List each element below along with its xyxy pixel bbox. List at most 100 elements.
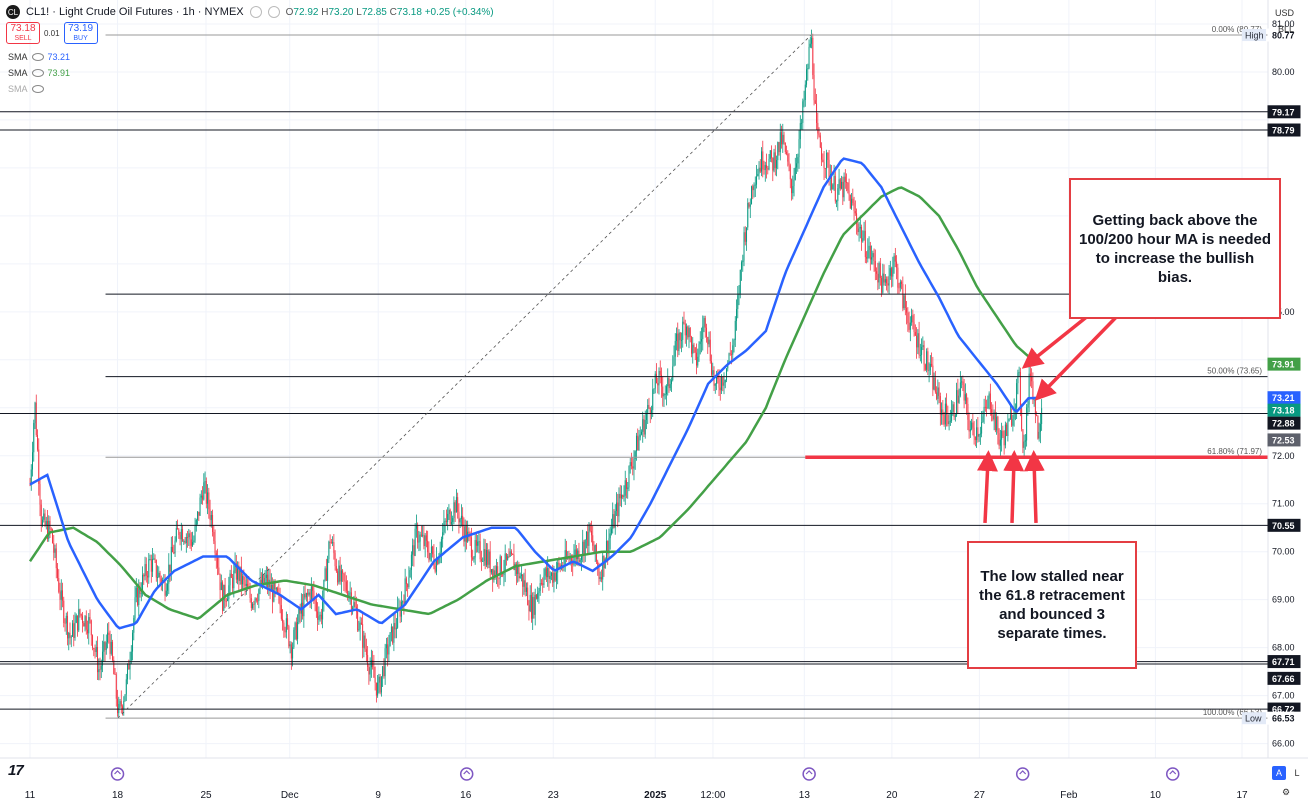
candle-body (100, 665, 102, 670)
candle-body (763, 169, 765, 171)
candle-body (374, 677, 376, 683)
candle-body (549, 575, 551, 579)
visibility-icon[interactable] (31, 53, 44, 61)
candle-body (378, 676, 380, 683)
price-label-text: 67.66 (1272, 674, 1295, 684)
candle-body (679, 332, 681, 341)
candle-body (658, 371, 660, 386)
candle-body (714, 383, 716, 386)
sma-legend-slow[interactable]: SMA 73.91 (8, 68, 70, 78)
candle-body (723, 382, 725, 386)
candle-body (590, 530, 592, 536)
candle-body (42, 519, 44, 526)
candle-body (986, 407, 988, 409)
candle-body (67, 615, 69, 639)
candle-body (295, 622, 297, 640)
candle-body (152, 559, 154, 572)
candle-body (757, 173, 759, 177)
candle-body (190, 539, 192, 546)
candle-body (851, 198, 853, 209)
candle-body (440, 539, 442, 552)
candle-body (615, 502, 617, 512)
candle-body (766, 165, 768, 169)
candle-body (778, 142, 780, 153)
candle-body (872, 253, 874, 258)
candle-body (887, 283, 889, 286)
event-icon (110, 767, 125, 781)
currency-label[interactable]: USD (1275, 8, 1294, 18)
candle-body (394, 623, 396, 630)
candle-body (729, 353, 731, 355)
candle-body (628, 465, 630, 488)
log-scale-button[interactable]: L (1290, 766, 1304, 780)
symbol-title[interactable]: CL1! · Light Crude Oil Futures · 1h · NY… (26, 6, 244, 18)
candle-body (787, 153, 789, 162)
auto-scale-button[interactable]: A (1272, 766, 1286, 780)
buy-button[interactable]: 73.19 BUY (63, 22, 98, 44)
candle-body (817, 122, 819, 134)
candle-body (402, 601, 404, 603)
sma-legend-hidden[interactable]: SMA (8, 84, 44, 94)
candle-body (1022, 429, 1024, 448)
price-chart[interactable]: 0.00% (80.77)50.00% (73.65)61.80% (71.97… (0, 0, 1308, 808)
candle-body (312, 586, 314, 591)
unit-label[interactable]: BLL (1278, 24, 1294, 34)
visibility-icon[interactable] (31, 69, 44, 77)
candle-body (819, 135, 821, 148)
candle-body (937, 387, 939, 399)
hidden-icon[interactable] (31, 85, 44, 93)
candle-body (1001, 430, 1003, 440)
candle-body (600, 577, 602, 580)
candle-body (387, 644, 389, 655)
candle-body (976, 427, 978, 441)
candle-body (912, 315, 914, 323)
candle-body (1028, 373, 1030, 405)
symbol-logo-icon: CL (6, 5, 20, 19)
candle-body (103, 641, 105, 652)
candle-body (60, 590, 62, 600)
candle-body (252, 604, 254, 608)
candle-body (360, 622, 362, 625)
candle-body (209, 509, 211, 521)
candle-body (796, 163, 798, 168)
candle-body (74, 622, 76, 638)
candle-body (308, 592, 310, 595)
candle-body (771, 150, 773, 158)
candle-body (711, 361, 713, 375)
candle-body (773, 152, 775, 171)
price-tick-label: 72.00 (1272, 451, 1295, 461)
settings-icon[interactable]: ⚙ (1282, 787, 1290, 798)
candle-body (455, 497, 457, 513)
candle-body (643, 419, 645, 435)
sell-button[interactable]: 73.18 SELL (6, 22, 40, 44)
candle-body (250, 598, 252, 608)
candle-body (1006, 424, 1008, 436)
candle-body (55, 548, 57, 569)
candle-body (108, 632, 110, 635)
candle-body (726, 368, 728, 380)
tradingview-logo[interactable]: 17 (8, 762, 24, 779)
candle-body (54, 548, 56, 553)
candle-body (734, 320, 736, 341)
candle-body (332, 542, 334, 544)
candle-body (194, 526, 196, 541)
candle-body (808, 46, 810, 69)
candle-body (524, 580, 526, 592)
price-tag-text: Low (1245, 714, 1262, 724)
candle-body (648, 404, 650, 408)
candle-body (593, 545, 595, 553)
candle-body (806, 69, 808, 85)
candle-body (208, 492, 210, 510)
candle-body (996, 416, 998, 431)
event-icon-circle (1165, 767, 1180, 781)
candle-body (523, 580, 525, 587)
candle-body (323, 579, 325, 602)
candle-body (934, 377, 936, 393)
candle-body (684, 323, 686, 336)
event-icon (1015, 767, 1030, 781)
candle-body (924, 364, 926, 370)
candle-body (214, 541, 216, 554)
candle-body (989, 393, 991, 410)
sma-legend-fast[interactable]: SMA 73.21 (8, 52, 70, 62)
candle-body (488, 551, 490, 565)
